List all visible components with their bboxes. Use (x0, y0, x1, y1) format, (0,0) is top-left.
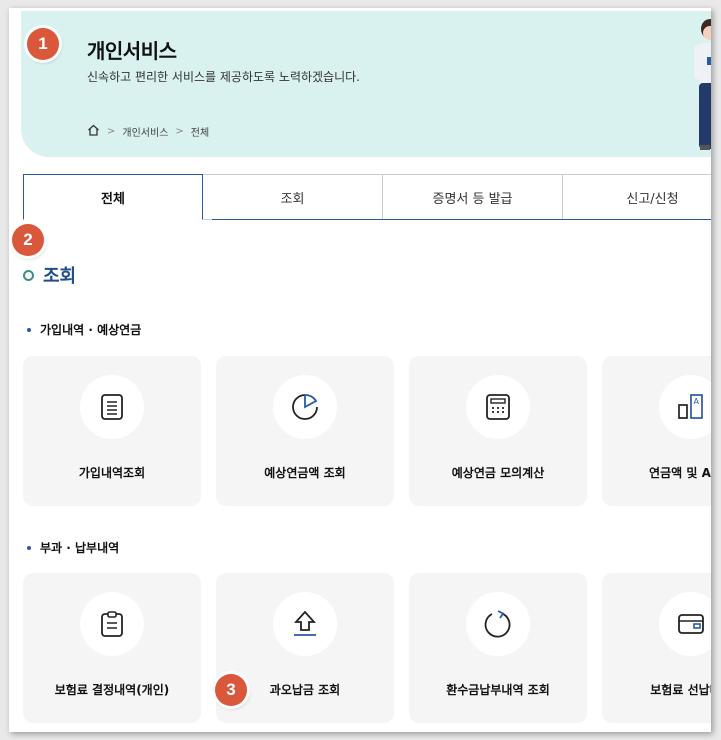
card-row: 가입내역조회 예상연금액 조회 예상연금 모의계산 A 연금액 및 A급여 (23, 356, 711, 506)
service-card[interactable]: 환수금납부내역 조회 (409, 573, 587, 723)
section-title-text: 조회 (43, 266, 77, 287)
bullet-dot-icon (27, 545, 31, 550)
refresh-icon (466, 592, 530, 656)
group-title-text: 부과 · 납부내역 (40, 541, 120, 555)
tab-inquiry[interactable]: 조회 (203, 174, 384, 220)
group-title: 부과 · 납부내역 (27, 539, 119, 556)
step-badge-1: 1 (27, 28, 59, 60)
hero-banner: 개인서비스 신속하고 편리한 서비스를 제공하도록 노력하겠습니다. > 개인서… (21, 11, 711, 157)
tab-certificate[interactable]: 증명서 등 발급 (383, 174, 563, 220)
page-title: 개인서비스 (87, 39, 177, 63)
group-title-text: 가입내역 · 예상연금 (40, 323, 142, 337)
service-card[interactable]: 가입내역조회 (23, 356, 201, 506)
staff-illustration (684, 11, 711, 151)
breadcrumb-item[interactable]: 전체 (191, 124, 209, 139)
calculator-icon (466, 375, 530, 439)
clipboard-icon (80, 592, 144, 656)
section-title: 조회 (23, 262, 76, 288)
service-card[interactable]: A 연금액 및 A급여 (602, 356, 711, 506)
step-badge-3: 3 (215, 674, 247, 706)
service-card[interactable]: 보험료 결정내역(개인) (23, 573, 201, 723)
service-card-label: 보험료 선납내역 (650, 683, 711, 697)
arrow-up-icon (273, 592, 337, 656)
service-card-label: 보험료 결정내역(개인) (54, 683, 170, 697)
service-card[interactable]: 예상연금액 조회 (216, 356, 394, 506)
document-list-icon (80, 375, 144, 439)
step-badge-2: 2 (12, 224, 44, 256)
bullet-dot-icon (27, 327, 31, 332)
service-card-label: 예상연금 모의계산 (451, 466, 545, 480)
svg-text:A: A (694, 397, 700, 406)
service-card-label: 환수금납부내역 조회 (446, 683, 550, 697)
circle-bullet-icon (23, 269, 34, 281)
wallet-icon (659, 592, 711, 656)
group-title: 가입내역 · 예상연금 (27, 321, 141, 338)
bar-a-icon: A (659, 375, 711, 439)
page-description: 신속하고 편리한 서비스를 제공하도록 노력하겠습니다. (87, 70, 360, 84)
service-card[interactable]: 보험료 선납내역 (602, 573, 711, 723)
page-frame: 개인서비스 신속하고 편리한 서비스를 제공하도록 노력하겠습니다. > 개인서… (9, 8, 711, 732)
pie-chart-icon (273, 375, 337, 439)
breadcrumb-separator: > (175, 126, 184, 137)
service-card-label: 예상연금액 조회 (264, 466, 346, 480)
card-row: 보험료 결정내역(개인) 과오납금 조회 환수금납부내역 조회 보험료 선납내역 (23, 573, 711, 723)
tab-report-apply[interactable]: 신고/신청 (563, 174, 711, 220)
tabs-underline (212, 219, 711, 220)
tab-all[interactable]: 전체 (23, 174, 204, 220)
service-card[interactable]: 예상연금 모의계산 (409, 356, 587, 506)
service-card-label: 연금액 및 A급여 (649, 466, 711, 480)
breadcrumb-item[interactable]: 개인서비스 (122, 124, 168, 139)
breadcrumb: > 개인서비스 > 전체 (87, 124, 209, 139)
home-icon[interactable] (87, 124, 100, 139)
category-tabs: 전체 조회 증명서 등 발급 신고/신청 (23, 174, 711, 220)
service-card-label: 가입내역조회 (78, 466, 146, 480)
breadcrumb-separator: > (107, 126, 116, 137)
